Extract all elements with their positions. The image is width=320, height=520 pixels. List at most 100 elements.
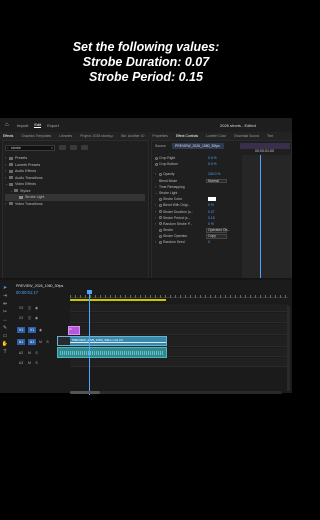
strobe-color-swatch[interactable]	[208, 197, 216, 202]
lock-icon[interactable]: ◫	[27, 316, 32, 320]
tab-lumetri-color[interactable]: Lumetri Color	[206, 134, 226, 138]
solo-icon[interactable]: S	[45, 340, 50, 344]
yuv-effects-icon[interactable]	[81, 145, 88, 150]
slip-tool-icon[interactable]: ↔	[3, 318, 8, 323]
tab-effect-controls[interactable]: Effect Controls	[176, 134, 198, 138]
source-patch-v1[interactable]: V1	[17, 326, 25, 333]
work-area-bar[interactable]	[70, 299, 166, 301]
effects-panel: ⌕ strobe × › Presets › Lumetri Presets › Au…	[2, 140, 149, 286]
clear-search-icon[interactable]: ×	[51, 146, 53, 151]
ripple-edit-tool-icon[interactable]: ⇹	[3, 302, 7, 307]
ruler-tick	[230, 295, 231, 298]
timeline-panel: ➤ ⇥ ⇹ ✂ ↔ ✎ ▭ ✋ T PREVIEW_2026_1080_30fp…	[0, 278, 292, 395]
ruler-tick	[185, 295, 186, 298]
mute-icon[interactable]: M	[38, 340, 43, 344]
tab-libraries[interactable]: Libraries	[59, 134, 72, 138]
track-v1-lane[interactable]	[70, 324, 288, 335]
ruler-tick	[75, 295, 76, 298]
mode-export[interactable]: Export	[47, 123, 59, 128]
strobe-operator-dropdown[interactable]: Copy	[206, 234, 227, 239]
ruler-tick	[110, 295, 111, 298]
tab-project[interactable]: Project: 2026 shorts.p	[80, 134, 113, 138]
prop-random-seed: › Random Seed 0	[155, 240, 210, 245]
stopwatch-icon	[159, 210, 162, 214]
tab-effects[interactable]: Effects	[3, 134, 13, 138]
tree-item-video-transitions[interactable]: › Video Transitions	[5, 201, 145, 208]
ruler-tick	[100, 295, 101, 298]
timeline-horizontal-scrollbar[interactable]	[70, 391, 282, 394]
track-select-tool-icon[interactable]: ⇥	[3, 294, 7, 299]
tab-graphics-templates[interactable]: Graphics Templates	[21, 134, 51, 138]
scrollbar-thumb[interactable]	[70, 391, 100, 394]
ruler-tick	[255, 295, 256, 298]
solo-icon[interactable]: S	[34, 361, 39, 365]
adjustment-layer-clip[interactable]: fx	[68, 326, 80, 335]
tab-bin[interactable]: Bin: Another 10	[121, 134, 144, 138]
strobe-dropdown[interactable]: Operates On...	[206, 228, 230, 233]
app-header: ⌂ Import Edit Export 2026 shorts - Edite…	[0, 118, 292, 132]
ruler-tick	[155, 295, 156, 298]
accelerated-effects-icon[interactable]	[59, 145, 66, 150]
audio-clip[interactable]	[57, 347, 167, 358]
timeline-playhead[interactable]	[87, 290, 92, 395]
eye-icon[interactable]: ◉	[38, 328, 43, 332]
track-a3: A3 M S	[14, 358, 288, 367]
mode-import[interactable]: Import	[17, 123, 28, 128]
mute-icon[interactable]: M	[27, 361, 32, 365]
solo-icon[interactable]: S	[34, 351, 39, 355]
eye-icon[interactable]: ◉	[34, 316, 39, 320]
clip-thumbnail	[58, 337, 70, 345]
selection-tool-icon[interactable]: ➤	[3, 286, 7, 291]
razor-tool-icon[interactable]: ✂	[3, 310, 7, 315]
effect-controls-panel: Source PREVIEW_2026_1080_30fps 00:00:01:…	[151, 140, 292, 286]
stopwatch-icon	[159, 172, 162, 176]
effect-controls-timeline[interactable]	[242, 155, 291, 281]
stopwatch-icon	[159, 234, 162, 238]
source-patch-a1[interactable]: A1	[17, 338, 25, 345]
time-ruler[interactable]	[70, 290, 288, 298]
clip-selector[interactable]: PREVIEW_2026_1080_30fps	[172, 143, 224, 149]
tab-essential-sound[interactable]: Essential Sound	[234, 134, 259, 138]
mute-icon[interactable]: M	[27, 351, 32, 355]
ruler-tick	[115, 295, 116, 298]
hand-tool-icon[interactable]: ✋	[2, 342, 8, 347]
32bit-effects-icon[interactable]	[70, 145, 77, 150]
home-icon[interactable]: ⌂	[5, 122, 11, 128]
track-v3: V3 ◫ ◉	[14, 304, 288, 312]
track-v3-lane[interactable]	[70, 304, 288, 312]
ruler-tick	[85, 295, 86, 298]
type-tool-icon[interactable]: T	[3, 350, 6, 355]
ruler-tick	[120, 295, 121, 298]
track-a3-lane[interactable]	[70, 358, 288, 367]
stopwatch-icon	[159, 241, 162, 245]
ruler-tick	[225, 295, 226, 298]
pen-tool-icon[interactable]: ✎	[3, 326, 7, 331]
ruler-tick	[105, 295, 106, 298]
tab-properties[interactable]: Properties	[152, 134, 167, 138]
rectangle-tool-icon[interactable]: ▭	[3, 334, 8, 339]
effects-search-input[interactable]: ⌕ strobe ×	[5, 145, 55, 151]
premiere-window: ⌂ Import Edit Export 2026 shorts - Edite…	[0, 118, 292, 395]
track-v2-lane[interactable]	[70, 313, 288, 323]
eye-icon[interactable]: ◉	[34, 306, 39, 310]
opacity-rubberband[interactable]	[70, 342, 166, 343]
ruler-tick	[95, 295, 96, 298]
video-clip[interactable]: PREVIEW_2026_1080_30fps.mp4 [V]	[57, 336, 167, 346]
sequence-timecode[interactable]: 00:00:01:17	[16, 290, 38, 295]
stopwatch-icon	[159, 203, 162, 207]
document-title: 2026 shorts - Edited	[220, 122, 256, 128]
sequence-tab[interactable]: PREVIEW_2026_1080_30fps	[16, 284, 63, 288]
blend-mode-dropdown[interactable]: Normal	[206, 178, 227, 184]
ruler-tick	[275, 295, 276, 298]
effects-filter-buttons	[59, 145, 88, 150]
timeline-vertical-scrollbar[interactable]	[287, 306, 290, 391]
effect-properties: Crop Right 0.0 % Crop Bottom 0.0 % › Opacit…	[155, 155, 240, 246]
lock-icon[interactable]: ◫	[27, 306, 32, 310]
effect-controls-playhead[interactable]	[260, 155, 261, 281]
ruler-tick	[135, 295, 136, 298]
ruler-tick	[150, 295, 151, 298]
tab-text[interactable]: Text	[267, 134, 273, 138]
ruler-tick	[190, 295, 191, 298]
mode-edit[interactable]: Edit	[34, 122, 42, 128]
ruler-tick	[220, 295, 221, 298]
